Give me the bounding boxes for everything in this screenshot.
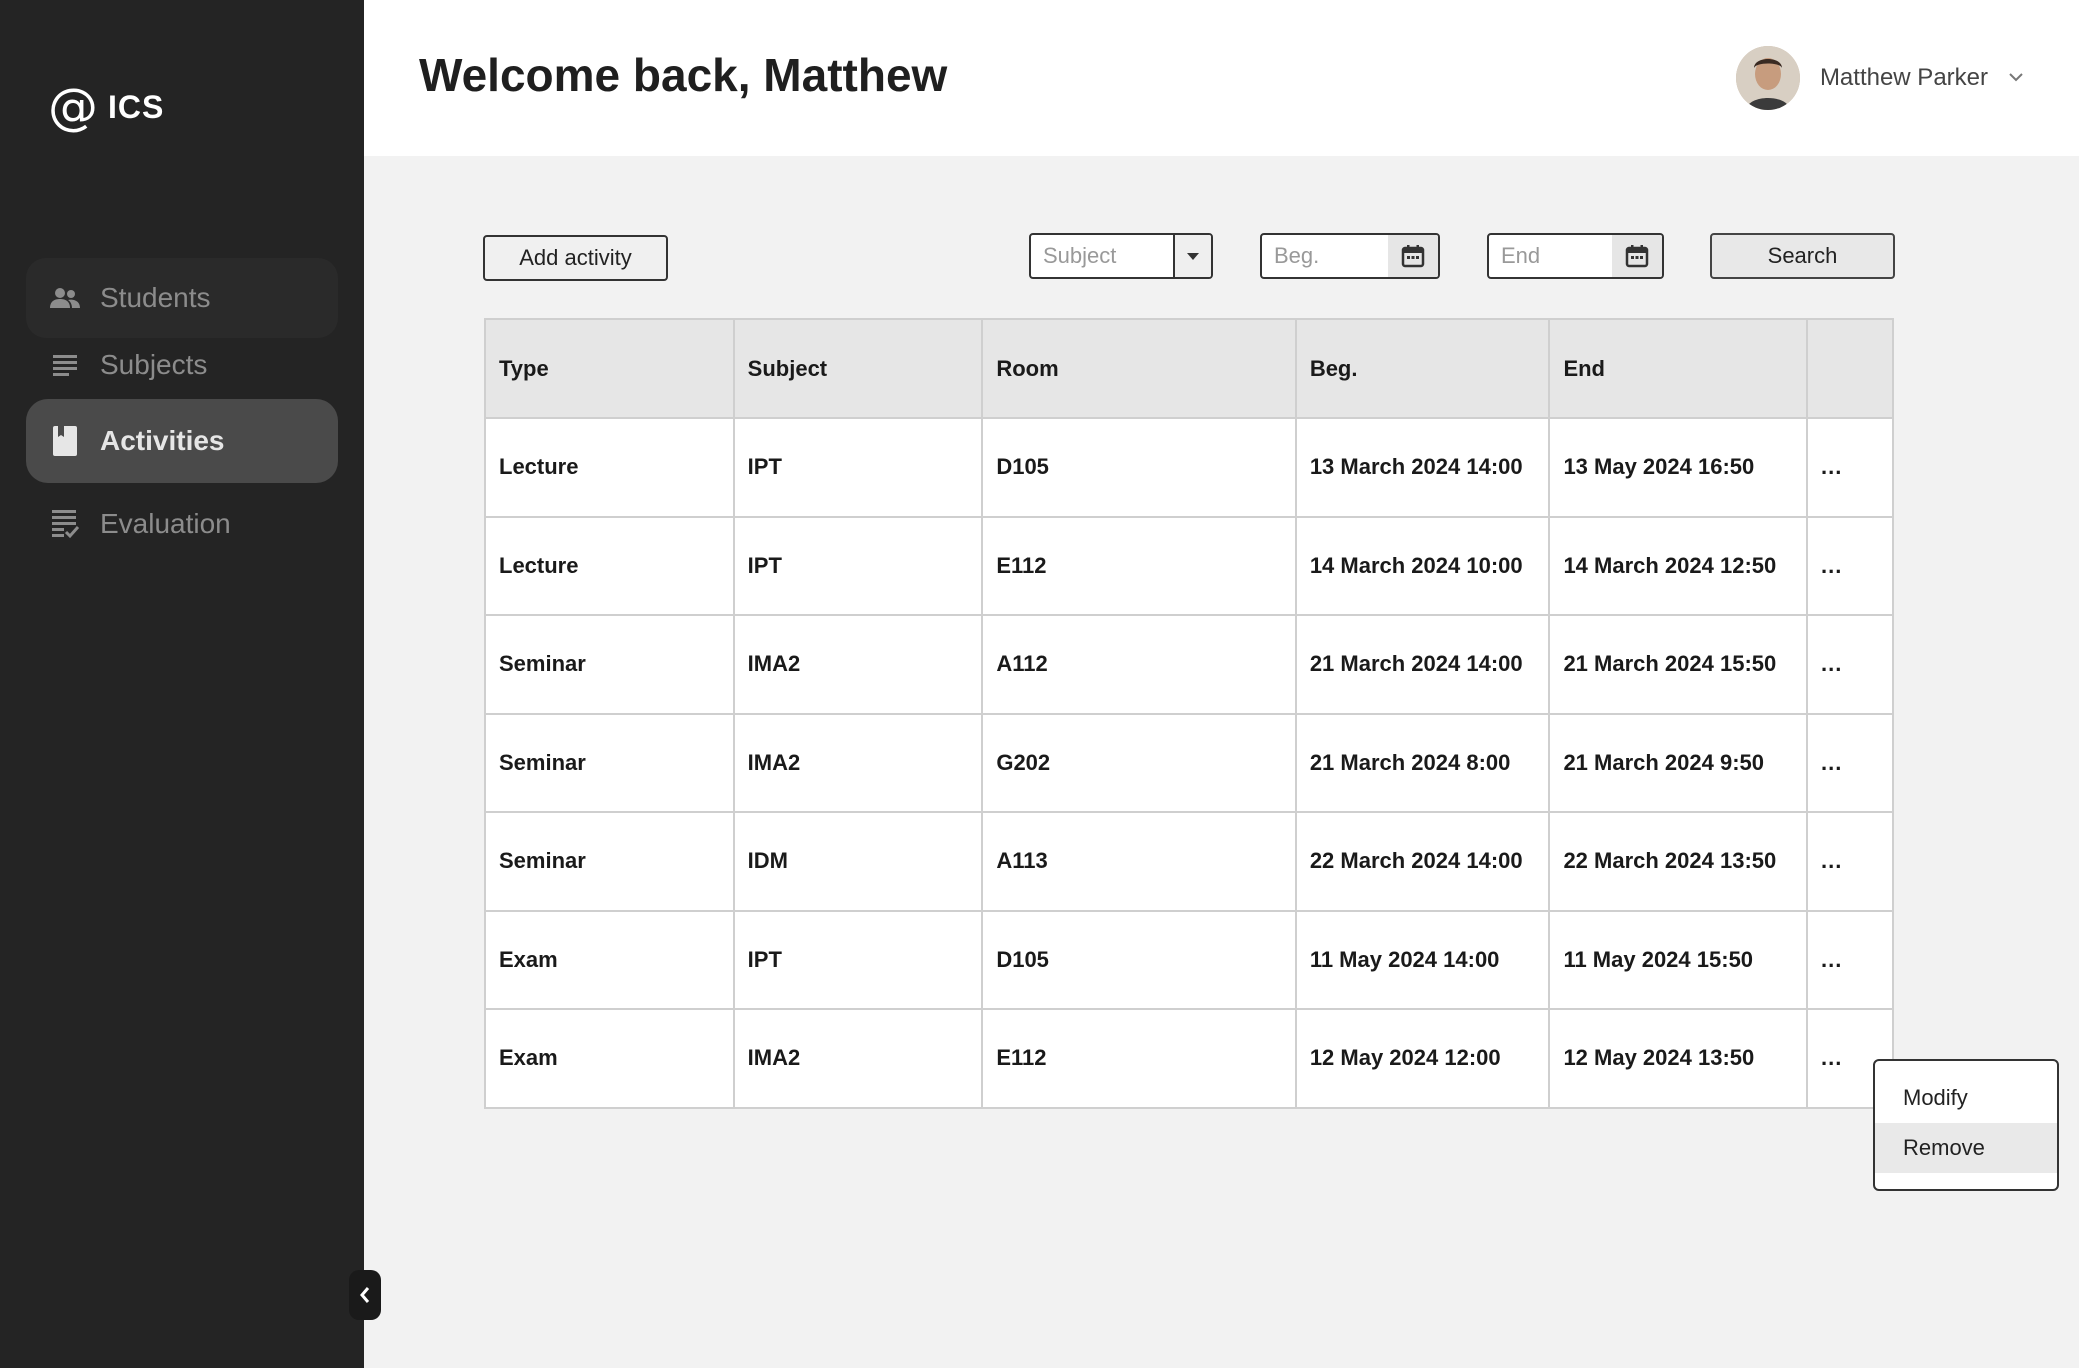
sidebar-item-label: Evaluation (100, 508, 231, 539)
at-icon: @ (48, 78, 98, 136)
cell-subject: IPT (732, 515, 984, 616)
table-header-row: Type Subject Room Beg. End (484, 318, 1894, 419)
cell-room: E112 (981, 515, 1297, 616)
cell-end: 11 May 2024 15:50 (1548, 909, 1809, 1010)
cell-subject: IPT (732, 909, 984, 1010)
table-row[interactable]: Seminar IMA2 G202 21 March 2024 8:00 21 … (484, 712, 1894, 813)
app-logo[interactable]: @ ICS (48, 82, 164, 132)
sidebar-item-evaluation[interactable]: Evaluation (26, 484, 338, 564)
cell-beg: 11 May 2024 14:00 (1294, 909, 1551, 1010)
cell-room: A112 (981, 614, 1297, 715)
menu-item-remove[interactable]: Remove (1875, 1123, 2057, 1173)
user-menu[interactable]: Matthew Parker (1735, 46, 2024, 110)
add-activity-button[interactable]: Add activity (483, 235, 668, 281)
cell-subject: IDM (732, 811, 984, 912)
column-header-beg[interactable]: Beg. (1294, 318, 1551, 419)
cell-subject: IMA2 (732, 614, 984, 715)
dropdown-arrow-icon[interactable] (1173, 235, 1211, 277)
sidebar-item-label: Subjects (100, 349, 208, 380)
table-row[interactable]: Exam IPT D105 11 May 2024 14:00 11 May 2… (484, 909, 1894, 1010)
lines-icon (48, 348, 82, 382)
search-button[interactable]: Search (1710, 233, 1895, 279)
cell-room: G202 (981, 712, 1297, 813)
cell-beg: 21 March 2024 14:00 (1294, 614, 1551, 715)
cell-subject: IMA2 (732, 712, 984, 813)
calendar-icon[interactable] (1388, 235, 1438, 277)
cell-type: Seminar (484, 811, 735, 912)
table-row[interactable]: Seminar IMA2 A112 21 March 2024 14:00 21… (484, 614, 1894, 715)
cell-type: Seminar (484, 614, 735, 715)
row-more-button[interactable]: ... (1806, 712, 1894, 813)
chevron-down-icon (2008, 69, 2024, 87)
row-more-button[interactable]: ... (1806, 417, 1894, 518)
begin-date-placeholder: Beg. (1274, 243, 1320, 268)
cell-end: 22 March 2024 13:50 (1548, 811, 1809, 912)
cell-type: Exam (484, 909, 735, 1010)
cell-beg: 13 March 2024 14:00 (1294, 417, 1551, 518)
avatar (1735, 46, 1800, 110)
row-more-button[interactable]: ... (1806, 909, 1894, 1010)
subject-placeholder: Subject (1043, 243, 1117, 268)
column-header-actions (1806, 318, 1894, 419)
row-more-button[interactable]: ... (1806, 811, 1894, 912)
column-header-type[interactable]: Type (484, 318, 735, 419)
collapse-sidebar-button[interactable] (349, 1270, 381, 1320)
cell-beg: 14 March 2024 10:00 (1294, 515, 1551, 616)
column-header-end[interactable]: End (1548, 318, 1809, 419)
subject-select[interactable]: Subject (1029, 233, 1213, 279)
table-row[interactable]: Lecture IPT E112 14 March 2024 10:00 14 … (484, 515, 1894, 616)
people-icon (48, 281, 82, 315)
column-header-room[interactable]: Room (981, 318, 1297, 419)
cell-room: E112 (981, 1008, 1297, 1109)
cell-beg: 21 March 2024 8:00 (1294, 712, 1551, 813)
column-header-subject[interactable]: Subject (732, 318, 984, 419)
cell-beg: 22 March 2024 14:00 (1294, 811, 1551, 912)
calendar-icon[interactable] (1612, 235, 1662, 277)
row-more-button[interactable]: ... (1806, 515, 1894, 616)
cell-room: A113 (981, 811, 1297, 912)
chevron-left-icon (360, 1287, 370, 1303)
cell-type: Exam (484, 1008, 735, 1109)
sidebar-item-activities[interactable]: Activities (26, 399, 338, 483)
top-header: Welcome back, Matthew Matthew Parker (364, 0, 2079, 156)
book-icon (48, 424, 82, 458)
cell-room: D105 (981, 909, 1297, 1010)
end-date-field[interactable]: End (1487, 233, 1664, 279)
cell-type: Seminar (484, 712, 735, 813)
cell-type: Lecture (484, 515, 735, 616)
app-name: ICS (108, 88, 165, 125)
user-name: Matthew Parker (1819, 64, 1988, 91)
table-row[interactable]: Exam IMA2 E112 12 May 2024 12:00 12 May … (484, 1008, 1894, 1109)
cell-subject: IMA2 (732, 1008, 984, 1109)
cell-end: 14 March 2024 12:50 (1548, 515, 1809, 616)
table-row[interactable]: Lecture IPT D105 13 March 2024 14:00 13 … (484, 417, 1894, 518)
cell-room: D105 (981, 417, 1297, 518)
sidebar-item-subjects[interactable]: Subjects (26, 325, 338, 405)
begin-date-field[interactable]: Beg. (1260, 233, 1440, 279)
sidebar: @ ICS Students Subjects Activities Evalu… (0, 0, 364, 1368)
cell-end: 13 May 2024 16:50 (1548, 417, 1809, 518)
cell-type: Lecture (484, 417, 735, 518)
cell-beg: 12 May 2024 12:00 (1294, 1008, 1551, 1109)
sidebar-item-label: Activities (100, 425, 225, 456)
cell-end: 21 March 2024 9:50 (1548, 712, 1809, 813)
checklist-icon (48, 507, 82, 541)
page-title: Welcome back, Matthew (419, 49, 948, 101)
table-row[interactable]: Seminar IDM A113 22 March 2024 14:00 22 … (484, 811, 1894, 912)
end-date-placeholder: End (1501, 243, 1541, 268)
cell-end: 21 March 2024 15:50 (1548, 614, 1809, 715)
activities-table: Type Subject Room Beg. End Lecture IPT D… (484, 318, 1894, 1109)
cell-subject: IPT (732, 417, 984, 518)
menu-item-modify[interactable]: Modify (1875, 1073, 2057, 1123)
row-context-menu: Modify Remove (1873, 1059, 2059, 1191)
row-more-button[interactable]: ... (1806, 614, 1894, 715)
cell-end: 12 May 2024 13:50 (1548, 1008, 1809, 1109)
sidebar-item-label: Students (100, 282, 211, 313)
